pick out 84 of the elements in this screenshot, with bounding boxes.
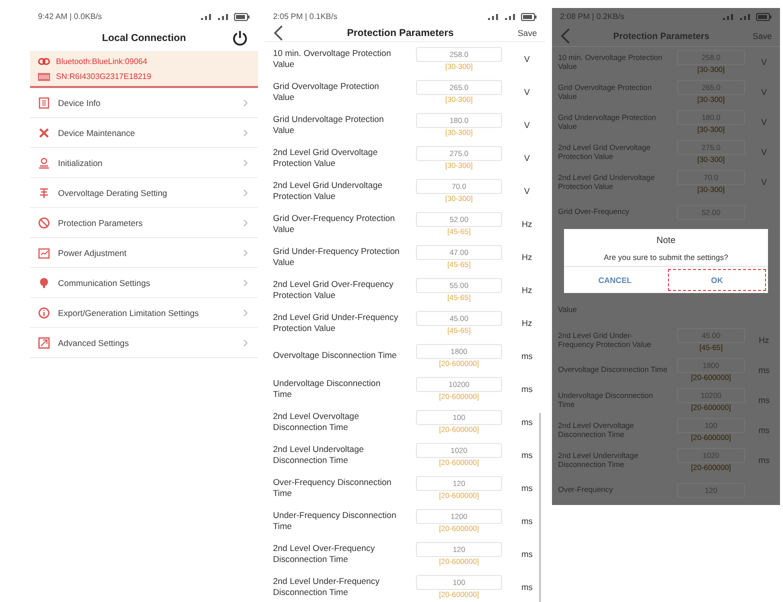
unit-label: ms — [520, 450, 534, 460]
battery-icon — [756, 12, 772, 20]
unit-label: Hz — [520, 318, 534, 328]
signal-icon — [217, 12, 231, 20]
unit-label: V — [760, 177, 768, 187]
unit-label: ms — [520, 548, 534, 558]
parameter-label: 2nd Level Under-Frequency Disconnection Time — [273, 576, 381, 597]
parameter-label: Under-Frequency Disconnection Time — [273, 510, 398, 531]
signal-icon — [200, 12, 214, 20]
link-icon — [38, 58, 50, 65]
parameter-label: Grid Overvoltage Protection Value — [273, 81, 380, 102]
unit-label: V — [760, 57, 768, 67]
parameter-label: 2nd Level Grid Over-Frequency Protection Value — [273, 279, 394, 300]
unit-label: V — [523, 86, 531, 96]
unit-label: ms — [757, 425, 771, 435]
unit-label: V — [523, 54, 531, 64]
status-time: 2:05 PM | 0.1KB/s — [273, 12, 338, 21]
parameter-label: Grid Undervoltage Protection Value — [273, 114, 385, 135]
battery-icon — [234, 12, 250, 20]
battery-icon — [521, 12, 537, 20]
parameter-label: Grid Over-Frequency Protection Value — [273, 213, 396, 234]
parameter-label: 2nd Level Grid Undervoltage Protection Value — [273, 180, 384, 201]
unit-label: Hz — [520, 218, 534, 228]
screen-title: Protection Parameters — [346, 28, 455, 38]
chevron-icon — [243, 218, 248, 226]
parameter-label: 2nd Level Overvoltage Disconnection Time — [273, 411, 360, 432]
signal-icon — [739, 12, 753, 20]
chevron-icon — [243, 188, 248, 196]
unit-label: Hz — [520, 252, 534, 262]
parameter-label: Over-Frequency Disconnection Time — [273, 477, 392, 498]
screen-title: Protection Parameters — [612, 30, 710, 40]
screen-title: Local Connection — [102, 32, 186, 44]
pin-icon — [38, 276, 50, 288]
unit-label: ms — [520, 350, 534, 360]
unit-label: Hz — [520, 284, 534, 294]
chevron-icon — [243, 248, 248, 256]
person-icon — [38, 156, 50, 168]
parameter-label: 2nd Level Undervoltage Disconnection Time — [273, 444, 365, 465]
serial-number: SN:R6I4303G2317E18219 — [56, 72, 152, 81]
unit-label: V — [523, 186, 531, 196]
prohibited-icon — [38, 216, 50, 228]
unit-label: V — [760, 147, 768, 157]
signal-icon — [487, 12, 501, 20]
chevron-icon — [243, 338, 248, 346]
document-icon — [38, 96, 50, 108]
chart-icon — [38, 246, 50, 258]
unit-label: V — [523, 152, 531, 162]
parameter-label: Grid Under-Frequency Protection Value — [273, 246, 401, 267]
unit-label: ms — [520, 482, 534, 492]
unit-label: ms — [520, 516, 534, 526]
unit-label: ms — [757, 455, 771, 465]
square-arrow-icon — [38, 336, 50, 348]
unit-label: V — [523, 120, 531, 130]
bluetooth-name: Bluetooth:BlueLink:09064 — [56, 57, 148, 66]
chevron-icon — [243, 158, 248, 166]
chevron-icon — [243, 128, 248, 136]
unit-label: ms — [757, 365, 771, 375]
chevron-icon — [243, 308, 248, 316]
parameter-label: Overvoltage Disconnection Time — [273, 350, 398, 361]
parameter-label: 2nd Level Grid Under-Frequency Protection Value — [273, 312, 400, 333]
parameter-label: Undervoltage Disconnection Time — [273, 378, 382, 399]
status-time: 2:08 PM | 0.2KB/s — [560, 12, 624, 21]
parameter-label: 2nd Level Grid Overvoltage Protection Value — [273, 147, 379, 168]
unit-label: V — [760, 87, 768, 97]
unit-label: ms — [520, 384, 534, 394]
signal-icon — [722, 12, 736, 20]
unit-label: ms — [520, 416, 534, 426]
unit-label: Hz — [758, 335, 770, 345]
status-time: 9:42 AM | 0.0KB/s — [38, 12, 102, 21]
chevron-icon — [243, 278, 248, 286]
parameter-label: 2nd Level Over-Frequency Disconnection Time — [273, 543, 376, 564]
power-icon[interactable] — [232, 30, 248, 46]
unit-label: ms — [757, 395, 771, 405]
save-button[interactable]: Save — [518, 28, 537, 38]
barcode-card-icon — [38, 72, 50, 80]
dialog-button[interactable]: OK — [668, 269, 766, 291]
unit-label: V — [760, 117, 768, 127]
info-circle-icon — [38, 306, 50, 318]
dialog-title: Note — [656, 235, 676, 245]
signal-icon — [504, 12, 518, 20]
parameter-label: 10 min. Overvoltage Protection Value — [273, 48, 392, 69]
save-button[interactable]: Save — [752, 30, 772, 40]
chevron-icon — [243, 98, 248, 106]
unit-label: ms — [520, 582, 534, 592]
